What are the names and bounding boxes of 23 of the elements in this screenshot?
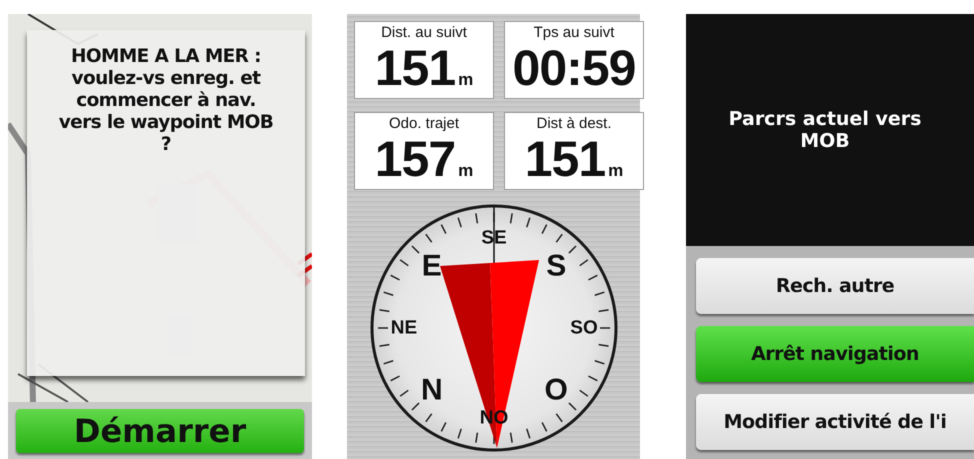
dialog-message: HOMME A LA MER : voulez-vs enreg. et commencer à nav. vers le waypoint MOB ?: [58, 45, 274, 156]
start-button[interactable]: Démarrer: [16, 408, 304, 452]
menu-button[interactable]: Modifier activité de l'i: [696, 394, 974, 450]
field-unit: m: [458, 70, 474, 90]
field-value: 151: [524, 132, 606, 186]
field-label: Dist à dest.: [536, 114, 612, 132]
compass-label: NE: [390, 318, 417, 338]
compass-label: N: [420, 374, 442, 407]
compass-label: S: [546, 249, 566, 282]
compass-label: E: [421, 249, 442, 282]
field-value: 151: [374, 41, 456, 95]
field-value: 00:59: [512, 41, 636, 95]
compass-label: SO: [570, 318, 598, 338]
route-message: Parcrs actuel vers MOB: [728, 108, 922, 152]
compass-label: O: [544, 374, 568, 407]
field-unit: m: [458, 161, 474, 181]
field-label: Dist. au suivt: [381, 23, 467, 41]
field-label: Tps au suivt: [534, 23, 614, 41]
field-unit: m: [608, 161, 624, 181]
menu-button[interactable]: Rech. autre: [696, 258, 974, 314]
menu-button[interactable]: Arrêt navigation: [696, 326, 974, 382]
field-value: 157: [374, 132, 456, 186]
field-label: Odo. trajet: [388, 114, 460, 132]
